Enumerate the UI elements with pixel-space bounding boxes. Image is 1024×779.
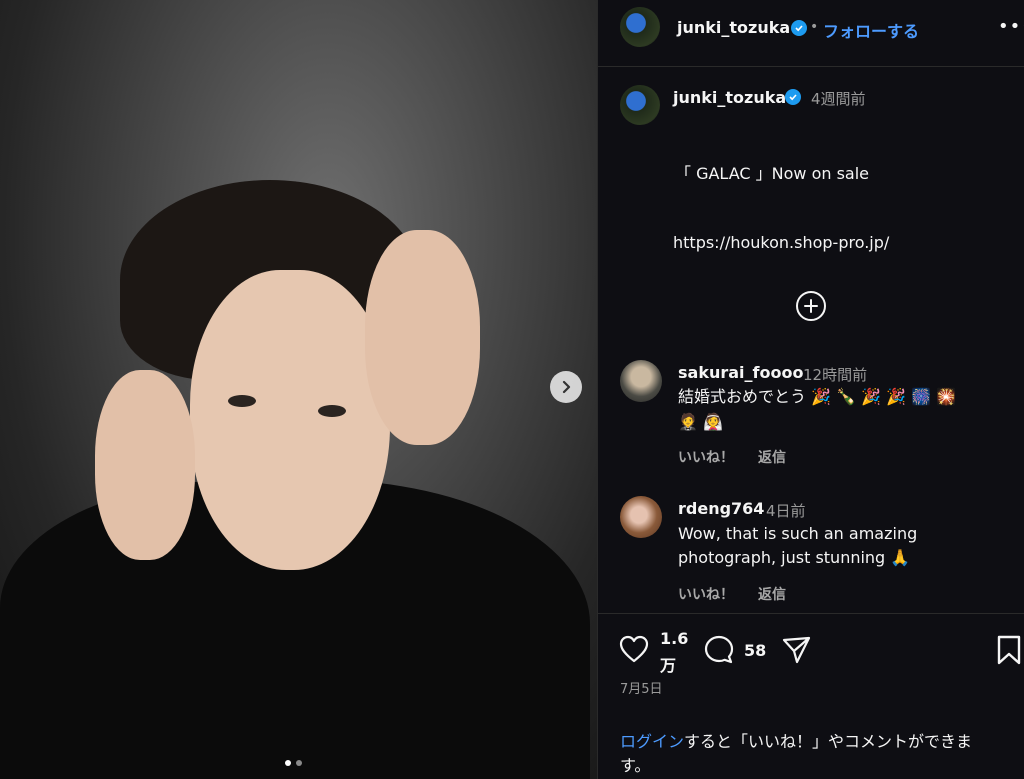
actions-divider [598, 613, 1024, 614]
comment-text-line2: photograph, just stunning 🙏 [678, 548, 911, 567]
load-more-comments-button[interactable] [796, 291, 826, 321]
comment-like-button[interactable]: いいね！ [678, 447, 734, 467]
caption-username[interactable]: junki_tozuka [673, 88, 786, 107]
header-separator: • [810, 19, 819, 35]
plus-icon [804, 299, 818, 313]
caption-timestamp: 4週間前 [811, 90, 866, 108]
comment-text-line2: 🤵 👰 [678, 412, 723, 431]
next-slide-button[interactable] [550, 371, 582, 403]
comment-like-button[interactable]: いいね！ [678, 584, 734, 604]
comment-text: 結婚式おめでとう 🎉 🍾 🎉 🎉 🎆 🎇 [678, 387, 957, 406]
comment-timestamp: 12時間前 [803, 366, 868, 384]
like-count-line1: 1.6 [660, 629, 689, 648]
caption-verified-badge-icon [785, 89, 801, 105]
carousel-dot [296, 760, 302, 766]
comment-username[interactable]: rdeng764 [678, 499, 764, 518]
photo-hand-right [365, 230, 480, 445]
login-prompt: ログインすると「いいね！」やコメントができま す。 [620, 730, 1020, 778]
post-panel: junki_tozuka • フォローする ••• junki_tozuka 4… [597, 0, 1024, 779]
heart-icon[interactable] [618, 634, 650, 664]
comment-timestamp: 4日前 [766, 502, 806, 520]
photo-face [190, 270, 390, 570]
chevron-right-icon [562, 380, 571, 394]
login-prompt-text: すると「いいね！」やコメントができま [684, 732, 973, 751]
author-avatar[interactable] [620, 7, 660, 47]
login-prompt-text-end: す。 [620, 756, 651, 775]
follow-button[interactable]: フォローする [823, 18, 919, 42]
bookmark-icon[interactable] [996, 634, 1022, 666]
comment-avatar[interactable] [620, 496, 662, 538]
comment-text: Wow, that is such an amazing [678, 524, 918, 543]
caption-author-avatar[interactable] [620, 85, 660, 125]
like-count-line2: 万 [660, 656, 677, 675]
photo-hand-left [95, 370, 195, 560]
comment-reply-button[interactable]: 返信 [758, 447, 786, 467]
carousel-dot-active [285, 760, 291, 766]
comment-reply-button[interactable]: 返信 [758, 584, 786, 604]
carousel-indicator [285, 760, 302, 766]
more-options-icon[interactable]: ••• [998, 16, 1024, 37]
verified-badge-icon [791, 20, 807, 36]
post-photo[interactable] [0, 0, 597, 779]
comment-icon[interactable] [703, 634, 735, 666]
login-link[interactable]: ログイン [620, 732, 684, 751]
post-date: 7月5日 [620, 682, 663, 697]
comment-avatar[interactable] [620, 360, 662, 402]
comment-count: 58 [744, 641, 767, 660]
comment-username[interactable]: sakurai_foooo [678, 363, 803, 382]
header-username[interactable]: junki_tozuka [677, 18, 790, 37]
caption-text-line1: 「 GALAC 」Now on sale [675, 164, 870, 183]
post-header: junki_tozuka • フォローする ••• [598, 0, 1024, 67]
share-icon[interactable] [780, 634, 812, 666]
caption-link[interactable]: https://houkon.shop-pro.jp/ [673, 233, 889, 252]
